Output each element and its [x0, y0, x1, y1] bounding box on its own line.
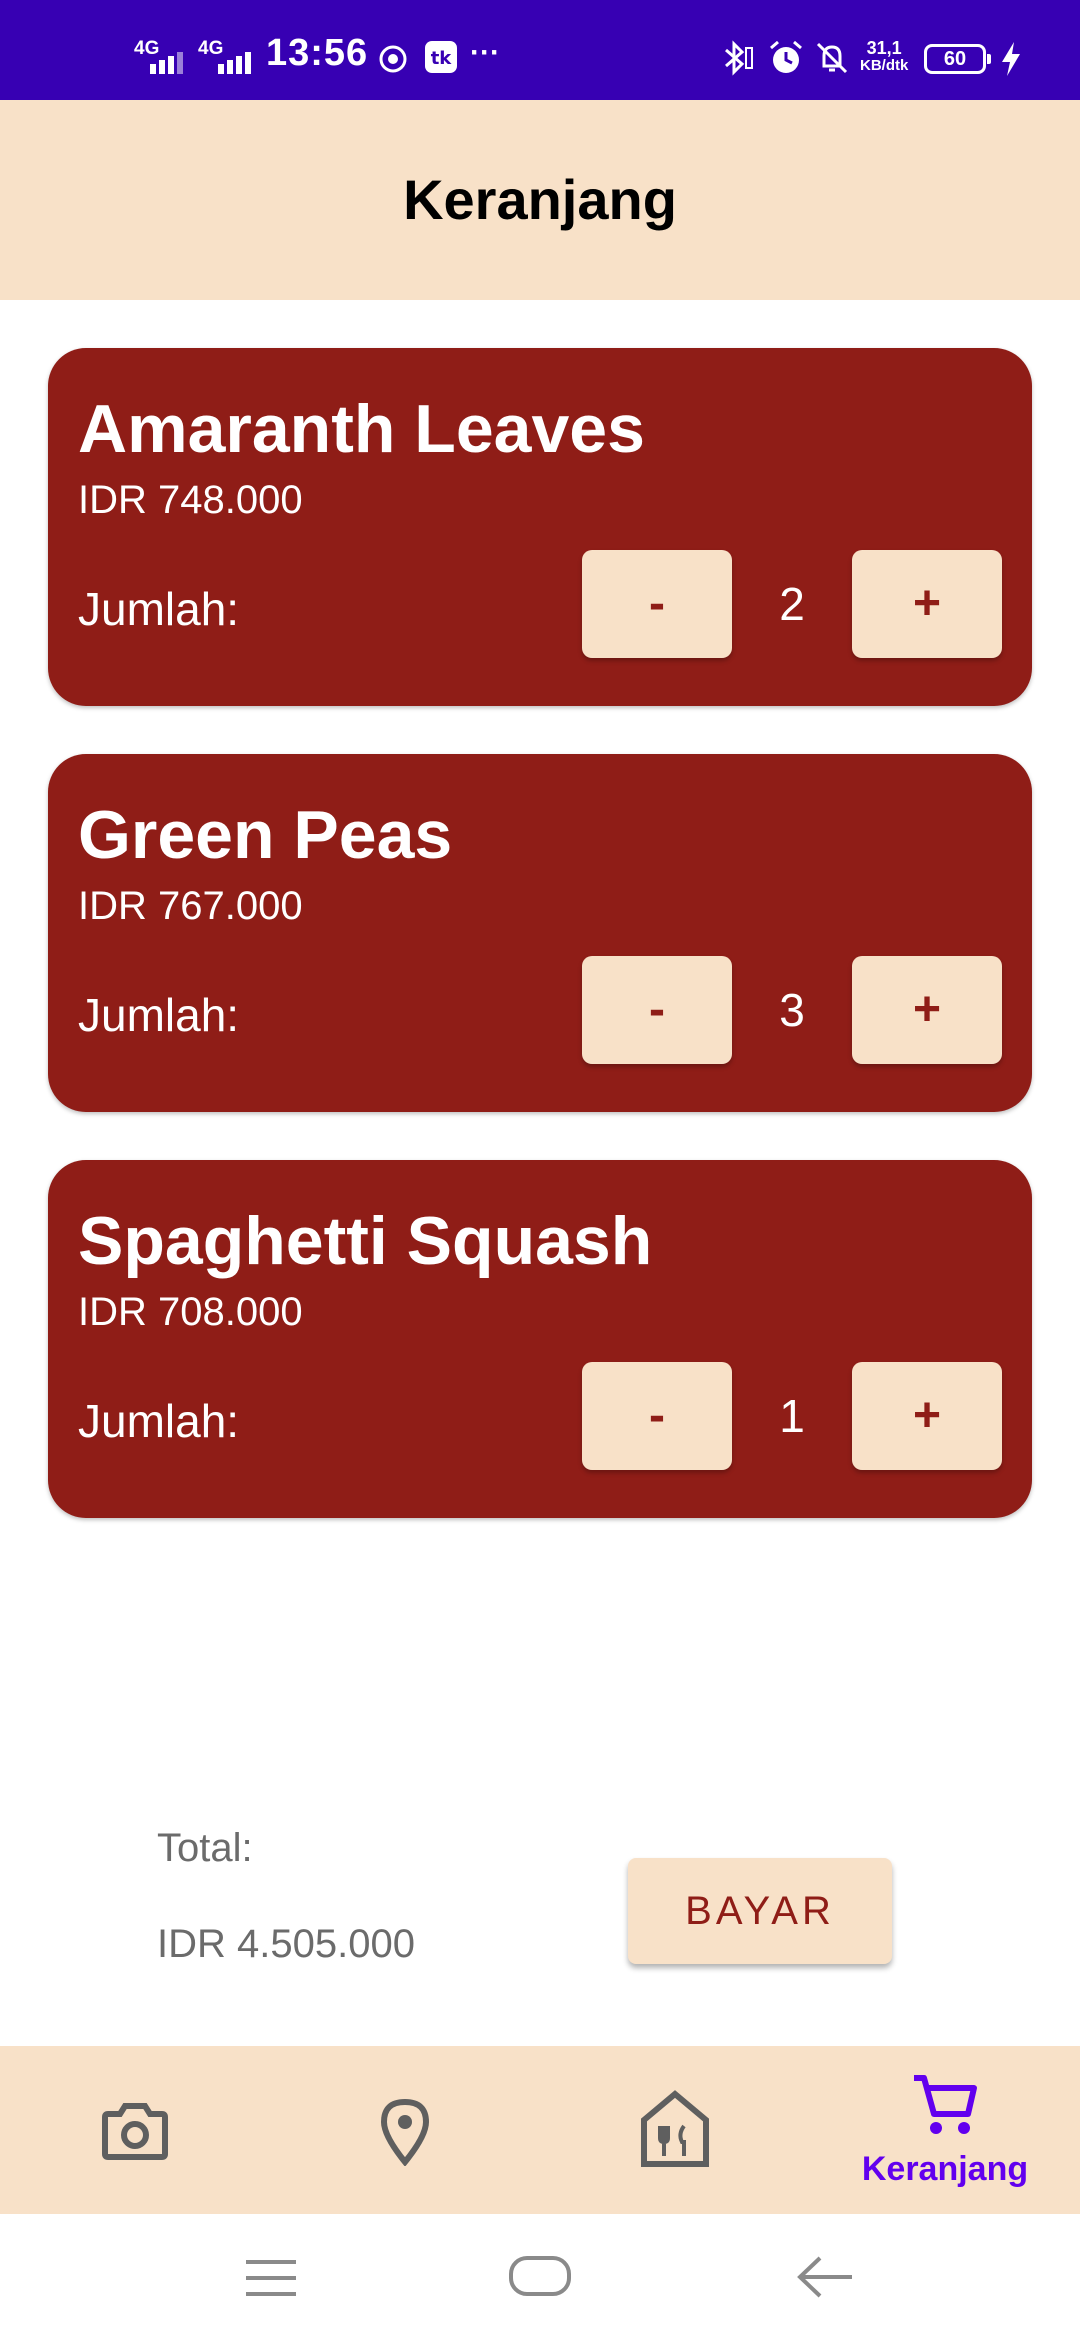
signal-icon-2 — [218, 52, 251, 74]
bluetooth-icon — [725, 40, 753, 76]
menu-icon[interactable] — [244, 2258, 298, 2298]
decrease-quantity-button[interactable]: - — [582, 550, 732, 658]
cart-item-card: Green Peas IDR 767.000 Jumlah: - 3 + — [48, 754, 1032, 1112]
quantity-label: Jumlah: — [78, 989, 240, 1041]
restaurant-icon — [641, 2090, 709, 2167]
home-icon[interactable] — [508, 2252, 572, 2300]
decrease-quantity-button[interactable]: - — [582, 956, 732, 1064]
camera-icon — [102, 2103, 168, 2160]
nav-item-camera[interactable] — [0, 2046, 270, 2214]
clock: 13:56 — [266, 32, 369, 74]
product-price: IDR 708.000 — [78, 1290, 303, 1334]
status-bar: 4G 4G 13:56 tk ··· 31,1 KB/dtk 60 — [0, 0, 1080, 100]
svg-text:tk: tk — [431, 48, 453, 69]
location-pin-icon — [380, 2098, 430, 2166]
quantity-value: 3 — [779, 984, 805, 1036]
product-price: IDR 748.000 — [78, 478, 303, 522]
top-app-bar: Keranjang — [0, 100, 1080, 300]
more-notifications: ··· — [470, 36, 500, 69]
quantity-value: 1 — [779, 1390, 805, 1442]
system-navigation-bar — [0, 2214, 1080, 2340]
product-name: Green Peas — [78, 797, 453, 873]
app-notification-icon: tk — [425, 41, 457, 73]
back-icon[interactable] — [796, 2254, 854, 2300]
quantity-label: Jumlah: — [78, 583, 240, 635]
network-speed-value: 31,1 — [866, 38, 902, 58]
network-speed: 31,1 KB/dtk — [860, 38, 909, 74]
product-name: Spaghetti Squash — [78, 1203, 653, 1279]
nav-label-cart: Keranjang — [861, 2150, 1029, 2188]
nav-item-restaurant[interactable] — [540, 2046, 810, 2214]
total-label: Total: — [157, 1826, 253, 1870]
product-price: IDR 767.000 — [78, 884, 303, 928]
increase-quantity-button[interactable]: + — [852, 956, 1002, 1064]
nav-item-location[interactable] — [270, 2046, 540, 2214]
product-name: Amaranth Leaves — [78, 391, 645, 467]
increase-quantity-button[interactable]: + — [852, 550, 1002, 658]
signal-icon — [150, 52, 183, 74]
decrease-quantity-button[interactable]: - — [582, 1362, 732, 1470]
cart-icon — [914, 2075, 977, 2134]
nav-item-cart[interactable]: Keranjang — [810, 2046, 1080, 2214]
quantity-value: 2 — [779, 578, 805, 630]
network-speed-unit: KB/dtk — [860, 57, 909, 74]
quantity-label: Jumlah: — [78, 1395, 240, 1447]
page-title: Keranjang — [403, 168, 677, 231]
cart-item-card: Spaghetti Squash IDR 708.000 Jumlah: - 1… — [48, 1160, 1032, 1518]
total-value: IDR 4.505.000 — [157, 1922, 415, 1966]
charging-icon — [1002, 42, 1020, 76]
alarm-icon — [770, 40, 802, 73]
increase-quantity-button[interactable]: + — [852, 1362, 1002, 1470]
record-icon — [379, 45, 407, 73]
battery-indicator: 60 — [924, 44, 991, 74]
pay-button[interactable]: BAYAR — [628, 1858, 892, 1964]
bottom-navigation: Keranjang — [0, 2046, 1080, 2214]
mute-notifications-icon — [816, 42, 848, 74]
cart-item-card: Amaranth Leaves IDR 748.000 Jumlah: - 2 … — [48, 348, 1032, 706]
